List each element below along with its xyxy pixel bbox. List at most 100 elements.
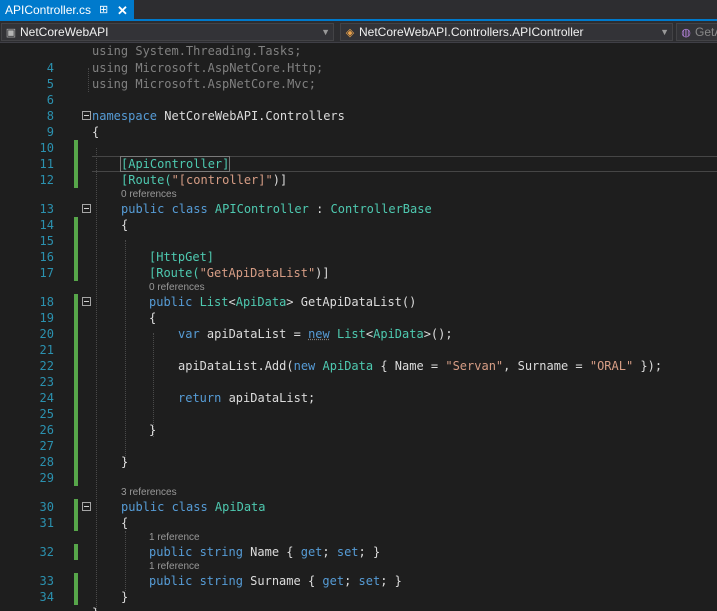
change-indicator (74, 156, 78, 172)
code-line: 30 public class ApiData (0, 499, 717, 515)
code-line: 22 apiDataList.Add(new ApiData { Name = … (0, 358, 717, 374)
line-number: 18 (39, 295, 54, 309)
code-line: 8 namespace NetCoreWebAPI.Controllers (0, 108, 717, 124)
collapse-icon[interactable] (82, 297, 91, 306)
line-number: 17 (39, 266, 54, 280)
line-number: 16 (39, 250, 54, 264)
code-line: using System.Threading.Tasks; (0, 43, 717, 59)
code-line: 9 { (0, 124, 717, 140)
code-line: 10 (0, 140, 717, 156)
code-line: 14 { (0, 217, 717, 233)
line-number: 32 (39, 545, 54, 559)
pin-icon[interactable]: ⊞ (99, 0, 108, 21)
code-line: 6 (0, 92, 717, 108)
change-indicator (74, 233, 78, 249)
change-indicator (74, 438, 78, 454)
class-icon: ◈ (345, 27, 355, 39)
code-line: 28 } (0, 454, 717, 470)
code-line: 32 public string Name { get; set; } (0, 544, 717, 560)
line-number: 24 (39, 391, 54, 405)
line-number: 31 (39, 516, 54, 530)
collapse-icon[interactable] (82, 204, 91, 213)
code-line: 33 public string Surname { get; set; } (0, 573, 717, 589)
code-text: using Microsoft.AspNetCore.Mvc; (92, 77, 316, 91)
line-number: 21 (39, 343, 54, 357)
change-indicator (74, 454, 78, 470)
code-line: 19 { (0, 310, 717, 326)
type-label: NetCoreWebAPI.Controllers.APIController (359, 25, 584, 39)
line-number: 27 (39, 439, 54, 453)
code-line: 27 (0, 438, 717, 454)
code-line: 21 (0, 342, 717, 358)
line-number: 15 (39, 234, 54, 248)
line-number: 11 (39, 157, 54, 171)
codelens-references[interactable]: 0 references (0, 282, 717, 294)
line-number: 8 (46, 109, 54, 123)
codelens-references[interactable]: 1 reference (0, 561, 717, 573)
code-text: { (121, 218, 129, 232)
close-icon[interactable]: ✕ (117, 0, 128, 21)
change-indicator (74, 406, 78, 422)
project-dropdown[interactable]: ▣ NetCoreWebAPI ▼ (1, 23, 334, 41)
code-text: using Microsoft.AspNetCore.Http; (92, 61, 324, 75)
line-number: 13 (39, 202, 54, 216)
line-number: 26 (39, 423, 54, 437)
type-dropdown[interactable]: ◈ NetCoreWebAPI.Controllers.APIController… (340, 23, 673, 41)
code-line: 31 { (0, 515, 717, 531)
line-number: 5 (46, 77, 54, 91)
code-text: apiDataList.Add(new ApiData { Name = "Se… (178, 359, 663, 373)
member-dropdown[interactable]: ◍ GetA (676, 23, 717, 41)
tab-bar: APIController.cs ⊞ ✕ (0, 0, 717, 21)
code-text: namespace NetCoreWebAPI.Controllers (92, 109, 345, 123)
change-indicator (74, 217, 78, 233)
code-editor[interactable]: using System.Threading.Tasks; 4 using Mi… (0, 43, 717, 611)
code-line: 15 (0, 233, 717, 249)
codelens-references[interactable]: 1 reference (0, 532, 717, 544)
collapse-icon[interactable] (82, 111, 91, 120)
code-line: 25 (0, 406, 717, 422)
codelens-references[interactable]: 0 references (0, 189, 717, 201)
code-line: } (0, 605, 717, 611)
chevron-down-icon: ▼ (660, 27, 669, 37)
navigation-bar: ▣ NetCoreWebAPI ▼ ◈ NetCoreWebAPI.Controll… (0, 21, 717, 43)
change-indicator (74, 573, 78, 589)
change-indicator (74, 422, 78, 438)
change-indicator (74, 172, 78, 188)
codelens-references[interactable]: 3 references (0, 487, 717, 499)
code-line: 13 public class APIController : Controll… (0, 201, 717, 217)
code-line: 4 using Microsoft.AspNetCore.Http; (0, 60, 717, 76)
code-text: } (92, 605, 99, 611)
line-number: 28 (39, 455, 54, 469)
code-text: [HttpGet] (149, 250, 215, 264)
line-number: 14 (39, 218, 54, 232)
code-text: { (121, 516, 129, 530)
code-line: 17 [Route("GetApiDataList")] (0, 265, 717, 281)
change-indicator (74, 515, 78, 531)
change-indicator (74, 294, 78, 310)
code-text: public string Name { get; set; } (149, 545, 381, 559)
code-line: 23 (0, 374, 717, 390)
code-text: { (92, 125, 100, 139)
change-indicator (74, 499, 78, 515)
code-text: } (121, 590, 129, 604)
line-number: 10 (39, 141, 54, 155)
code-line-current: 11 [ApiController] (0, 156, 717, 172)
code-line: 12 [Route("[controller]")] (0, 172, 717, 188)
line-number: 12 (39, 173, 54, 187)
change-indicator (74, 358, 78, 374)
change-indicator (74, 470, 78, 486)
code-text: [Route("[controller]")] (121, 173, 288, 187)
change-indicator (74, 390, 78, 406)
code-line: 24 return apiDataList; (0, 390, 717, 406)
line-number: 33 (39, 574, 54, 588)
line-number: 29 (39, 471, 54, 485)
code-text: var apiDataList = new List<ApiData>(); (178, 327, 453, 341)
method-icon: ◍ (681, 27, 691, 39)
change-indicator (74, 326, 78, 342)
chevron-down-icon: ▼ (321, 27, 330, 37)
code-text: public string Surname { get; set; } (149, 574, 402, 588)
code-text: } (121, 455, 129, 469)
tab-apicontroller[interactable]: APIController.cs ⊞ ✕ (0, 0, 134, 21)
code-text: [ApiController] (119, 156, 231, 172)
collapse-icon[interactable] (82, 502, 91, 511)
